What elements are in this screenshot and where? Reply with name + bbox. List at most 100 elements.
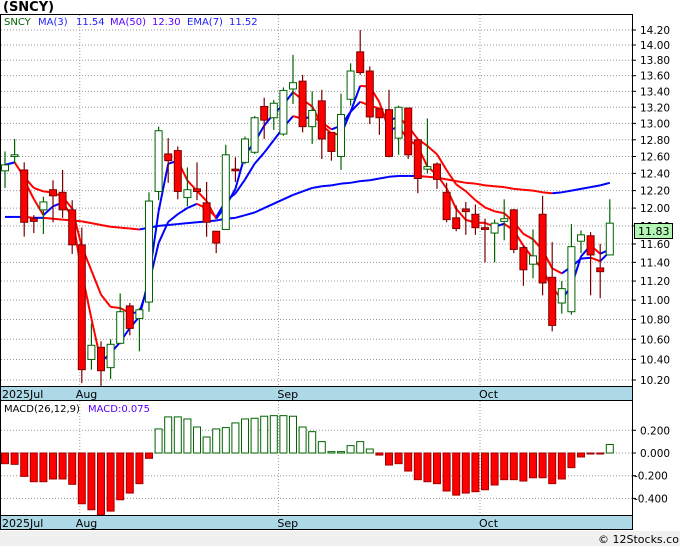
macd-bar-negative [462, 453, 469, 493]
macd-bar-positive [309, 432, 316, 453]
date-axis-bottom: 2025JulAugSepOct [1, 516, 633, 531]
candle-down [405, 108, 412, 159]
candle-body [40, 202, 47, 210]
ma50-line-segment [111, 227, 121, 228]
price-panel [1, 15, 633, 389]
candle-body [203, 203, 210, 222]
macd-bar-positive [194, 427, 201, 453]
x-tick-label: 2025Jul [2, 388, 43, 401]
ma50-line-segment [187, 222, 197, 223]
candle-down [174, 146, 181, 199]
candle-body [299, 81, 306, 127]
candle-body [376, 109, 383, 118]
ma50-line-segment [341, 183, 351, 184]
x-tick-label: Oct [479, 388, 499, 401]
macd-bar-negative [386, 453, 393, 465]
y-tick-label: 10.40 [640, 354, 670, 366]
macd-bar-negative [501, 453, 508, 480]
candle-body [520, 248, 527, 270]
macd-bar-positive [184, 419, 191, 453]
candle-body [606, 223, 613, 255]
candle-body [213, 231, 220, 243]
footer-copyright: © 12Stocks.com [598, 533, 680, 546]
candle-down [366, 66, 373, 124]
macd-bar-positive [270, 416, 277, 453]
candle-body [328, 132, 335, 151]
candle-body [501, 219, 508, 222]
ma50-line-segment [514, 189, 524, 190]
y-tick-label: 11.00 [640, 295, 670, 307]
candle-body [405, 108, 412, 155]
candle-body [318, 101, 325, 139]
macd-bar-negative [530, 453, 537, 478]
candle-body [424, 167, 431, 170]
candle-body [184, 190, 191, 198]
candle-body [261, 106, 268, 120]
ema7-line-segment [111, 307, 121, 308]
stock-chart: (SNCY) SNCY MA(3) 11.54 MA(50) 12.30 EMA… [0, 0, 680, 546]
macd-bar-negative [376, 453, 383, 455]
candle-body [462, 209, 469, 212]
x-tick-label: 2025Jul [2, 517, 43, 530]
macd-bar-negative [578, 453, 585, 457]
candle-down [510, 209, 517, 253]
ma50-line-segment [552, 192, 562, 193]
y-tick-label: 10.60 [640, 334, 670, 346]
candle-body [491, 223, 498, 233]
candle-body [578, 235, 585, 241]
macd-bar-positive [261, 416, 268, 453]
ma50-line-segment [53, 219, 63, 220]
macd-bar-negative [395, 453, 402, 464]
y-tick-label: 10.80 [640, 315, 670, 327]
candle-body [443, 192, 450, 219]
price-badge: 11.83 [635, 224, 673, 239]
candle-body [280, 91, 287, 134]
macd-bar-positive [155, 429, 162, 453]
ma50-line-segment [43, 218, 53, 219]
macd-bar-negative [558, 453, 565, 479]
candle-body [59, 192, 66, 210]
legend: SNCY MA(3) 11.54 MA(50) 12.30 EMA(7) 11.… [4, 17, 258, 28]
candle-body [88, 345, 95, 359]
y-tick-label: 12.20 [640, 186, 670, 198]
legend-symbol: SNCY [4, 17, 32, 28]
macd-bar-negative [424, 453, 431, 482]
y-tick-label: 12.80 [640, 135, 670, 147]
candle-body [309, 110, 316, 126]
macd-bar-negative [587, 453, 594, 454]
price-axis: 14.2014.0013.8013.6013.4013.2013.0012.80… [632, 25, 670, 387]
macd-bar-negative [40, 453, 47, 482]
y-tick-label: 11.20 [640, 276, 670, 288]
candle-body [69, 210, 76, 245]
macd-bar-negative [414, 453, 421, 480]
macd-bar-positive [213, 429, 220, 453]
macd-bar-positive [203, 437, 210, 453]
ma50-line-segment [360, 180, 370, 181]
macd-bar-positive [165, 417, 172, 453]
macd-bar-positive [280, 416, 287, 453]
candle-body [98, 347, 105, 370]
candle-body [568, 247, 575, 312]
candle-body [11, 155, 18, 157]
y-tick-label: 14.20 [640, 25, 670, 37]
candle-body [232, 169, 239, 171]
y-tick-label: 13.40 [640, 86, 670, 98]
macd-bar-positive [222, 428, 229, 453]
macd-bar-negative [597, 453, 604, 454]
candle-up [222, 145, 229, 230]
candle-body [366, 71, 373, 117]
candle-body [472, 214, 479, 227]
y-tick-label: 14.00 [640, 40, 670, 52]
candle-body [194, 189, 201, 192]
candle-body [30, 219, 37, 222]
macd-bar-negative [107, 453, 114, 511]
x-tick-label: Oct [479, 517, 499, 530]
macd-bar-positive [251, 418, 258, 453]
candle-body [126, 306, 133, 328]
macd-bar-negative [136, 453, 143, 484]
macd-tick-label: 0.200 [640, 425, 670, 437]
candle-body [558, 289, 565, 303]
legend-ma50-value: 12.30 [152, 17, 181, 28]
macd-bar-negative [59, 453, 66, 479]
x-tick-label: Aug [76, 388, 97, 401]
